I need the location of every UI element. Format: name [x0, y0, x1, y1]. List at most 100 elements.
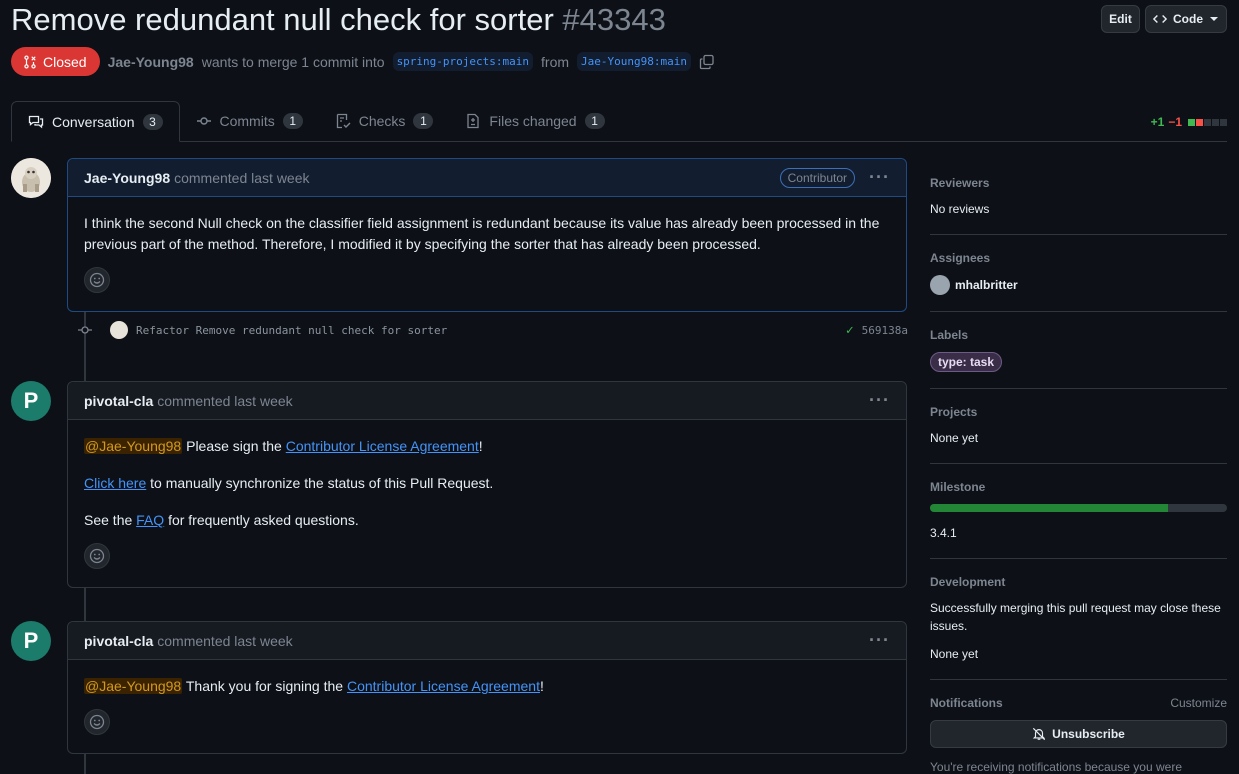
diffstat-deletions: −1 [1168, 115, 1182, 129]
labels-heading[interactable]: Labels [930, 328, 1227, 342]
comment-meta[interactable]: commented last week [157, 633, 292, 649]
git-commit-icon [196, 117, 211, 125]
paragraph-text: for frequently asked questions. [168, 512, 359, 528]
add-reaction-button[interactable] [84, 543, 110, 569]
avatar-initial: P [23, 628, 39, 653]
tab-commits[interactable]: Commits 1 [180, 101, 319, 141]
diffstat-box-added [1188, 118, 1195, 126]
diffstat-box-neutral [1220, 118, 1227, 126]
kebab-horizontal-icon[interactable]: ··· [869, 167, 890, 188]
edit-label: Edit [1109, 12, 1132, 26]
assignees-heading[interactable]: Assignees [930, 251, 1227, 265]
paragraph-text: See the [84, 512, 133, 528]
checklist-icon [336, 113, 351, 129]
smiley-icon [89, 548, 105, 564]
click-here-link[interactable]: Click here [84, 475, 146, 491]
sidebar-reviewers: Reviewers No reviews [930, 158, 1227, 235]
tab-conversation[interactable]: Conversation 3 [11, 101, 180, 142]
avatar-initial: P [23, 388, 39, 413]
add-reaction-button[interactable] [84, 709, 110, 735]
notifications-heading: Notifications Customize [930, 696, 1227, 710]
sidebar-milestone: Milestone 3.4.1 [930, 464, 1227, 559]
label-pill[interactable]: type: task [930, 352, 1003, 372]
notifications-reason: You're receiving notifications because y… [930, 760, 1182, 774]
base-branch[interactable]: spring-projects:main [392, 52, 534, 71]
sidebar-labels: Labels type: task [930, 312, 1227, 389]
git-commit-icon [78, 323, 92, 337]
paragraph-text: ! [478, 438, 483, 454]
head-branch[interactable]: Jae-Young98:main [577, 52, 691, 71]
commit-author-avatar[interactable] [110, 321, 128, 339]
section-title: Milestone [930, 480, 986, 494]
pr-author-link[interactable]: Jae-Young98 [108, 54, 194, 70]
development-text: Successfully merging this pull request m… [930, 601, 1221, 633]
tab-files-changed[interactable]: Files changed 1 [449, 101, 620, 141]
comment-body: @Jae-Young98 Please sign the Contributor… [68, 420, 906, 581]
reviewers-value: No reviews [930, 202, 990, 216]
chevron-down-icon [1210, 17, 1218, 21]
comment-meta[interactable]: commented last week [157, 393, 292, 409]
tab-counter: 1 [584, 113, 605, 129]
milestone-link[interactable]: 3.4.1 [930, 524, 1227, 542]
merge-text: wants to merge 1 commit into [201, 53, 385, 70]
comment-meta[interactable]: commented last week [174, 170, 309, 186]
tab-label: Commits [219, 113, 275, 129]
edit-button[interactable]: Edit [1101, 5, 1140, 33]
paragraph-text: ! [539, 678, 544, 694]
avatar[interactable]: P [11, 621, 51, 661]
faq-link[interactable]: FAQ [136, 512, 164, 528]
code-button[interactable]: Code [1145, 5, 1227, 33]
comment-paragraph: @Jae-Young98 Please sign the Contributor… [84, 436, 890, 457]
pr-title: Remove redundant null check for sorter #… [11, 2, 666, 38]
copy-icon[interactable] [699, 54, 715, 70]
customize-link[interactable]: Customize [1170, 696, 1227, 710]
sidebar-assignees: Assignees mhalbritter [930, 235, 1227, 312]
cla-link[interactable]: Contributor License Agreement [286, 438, 479, 454]
reviewers-heading[interactable]: Reviewers [930, 176, 1227, 190]
pr-number: #43343 [562, 2, 666, 37]
development-heading[interactable]: Development [930, 575, 1227, 589]
user-mention[interactable]: @Jae-Young98 [84, 438, 183, 454]
diffstat-box-deleted [1196, 118, 1203, 126]
milestone-heading[interactable]: Milestone [930, 480, 1227, 494]
add-reaction-button[interactable] [84, 267, 110, 293]
user-mention[interactable]: @Jae-Young98 [84, 678, 183, 694]
sidebar-development: Development Successfully merging this pu… [930, 559, 1227, 680]
comment-header: pivotal-cla commented last week ··· [68, 622, 906, 660]
avatar-image [11, 158, 51, 198]
comment-author[interactable]: pivotal-cla [84, 633, 153, 649]
pr-tabs: Conversation 3 Commits 1 Checks 1 Files … [11, 101, 1227, 142]
comment-paragraph: @Jae-Young98 Thank you for signing the C… [84, 676, 890, 697]
sidebar: Reviewers No reviews Assignees mhalbritt… [930, 158, 1227, 774]
comment-author[interactable]: Jae-Young98 [84, 170, 170, 186]
diffstat-additions: +1 [1150, 115, 1165, 129]
check-icon[interactable]: ✓ [846, 323, 854, 338]
file-diff-icon [467, 113, 480, 129]
paragraph-text: to manually synchronize the status of th… [150, 475, 494, 491]
state-badge: Closed [11, 47, 100, 76]
comment-paragraph: See the FAQ for frequently asked questio… [84, 510, 890, 531]
assignee-item[interactable]: mhalbritter [930, 275, 1227, 295]
commit-sha[interactable]: 569138a [862, 324, 908, 337]
kebab-horizontal-icon[interactable]: ··· [869, 630, 890, 651]
diffstat-boxes [1188, 118, 1227, 126]
section-title: Labels [930, 328, 969, 342]
tab-label: Conversation [52, 113, 135, 130]
comment-discussion-icon [28, 115, 44, 128]
avatar[interactable]: P [11, 381, 51, 421]
commit-message[interactable]: Refactor Remove redundant null check for… [136, 324, 447, 337]
kebab-horizontal-icon[interactable]: ··· [869, 390, 890, 411]
tab-checks[interactable]: Checks 1 [319, 101, 450, 141]
from-text: from [541, 53, 570, 70]
cla-link[interactable]: Contributor License Agreement [347, 678, 540, 694]
projects-heading[interactable]: Projects [930, 405, 1227, 419]
section-title: Notifications [930, 696, 1003, 710]
comment-paragraph: Click here to manually synchronize the s… [84, 473, 890, 494]
avatar[interactable] [11, 158, 51, 198]
assignee-name: mhalbritter [955, 278, 1018, 292]
sidebar-notifications: Notifications Customize Unsubscribe You'… [930, 680, 1227, 774]
comment-card: pivotal-cla commented last week ··· @Jae… [67, 381, 907, 588]
comment-author[interactable]: pivotal-cla [84, 393, 153, 409]
comment-card: Jae-Young98 commented last week Contribu… [67, 158, 907, 312]
unsubscribe-button[interactable]: Unsubscribe [930, 720, 1227, 748]
